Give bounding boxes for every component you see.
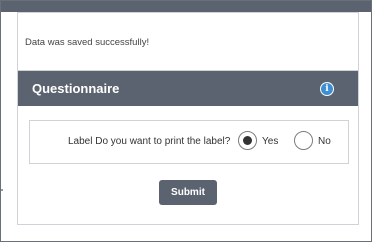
submit-button[interactable]: Submit bbox=[159, 180, 217, 205]
top-bar bbox=[1, 1, 371, 12]
success-message: Data was saved successfully! bbox=[25, 37, 150, 48]
side-marker bbox=[1, 189, 3, 191]
questionnaire-header: Questionnaire i bbox=[18, 71, 358, 106]
info-icon-glyph: i bbox=[321, 83, 333, 95]
radio-yes[interactable] bbox=[238, 131, 257, 150]
question-label: Label Do you want to print the label? bbox=[68, 136, 231, 147]
radio-yes-label[interactable]: Yes bbox=[262, 136, 278, 147]
question-row: Label Do you want to print the label? Ye… bbox=[29, 120, 349, 164]
form-panel: Data was saved successfully! Questionnai… bbox=[17, 12, 359, 225]
radio-no[interactable] bbox=[294, 131, 313, 150]
info-icon[interactable]: i bbox=[320, 82, 334, 96]
questionnaire-title: Questionnaire bbox=[32, 81, 120, 96]
radio-no-label[interactable]: No bbox=[318, 136, 331, 147]
success-alert: Data was saved successfully! bbox=[18, 26, 358, 71]
